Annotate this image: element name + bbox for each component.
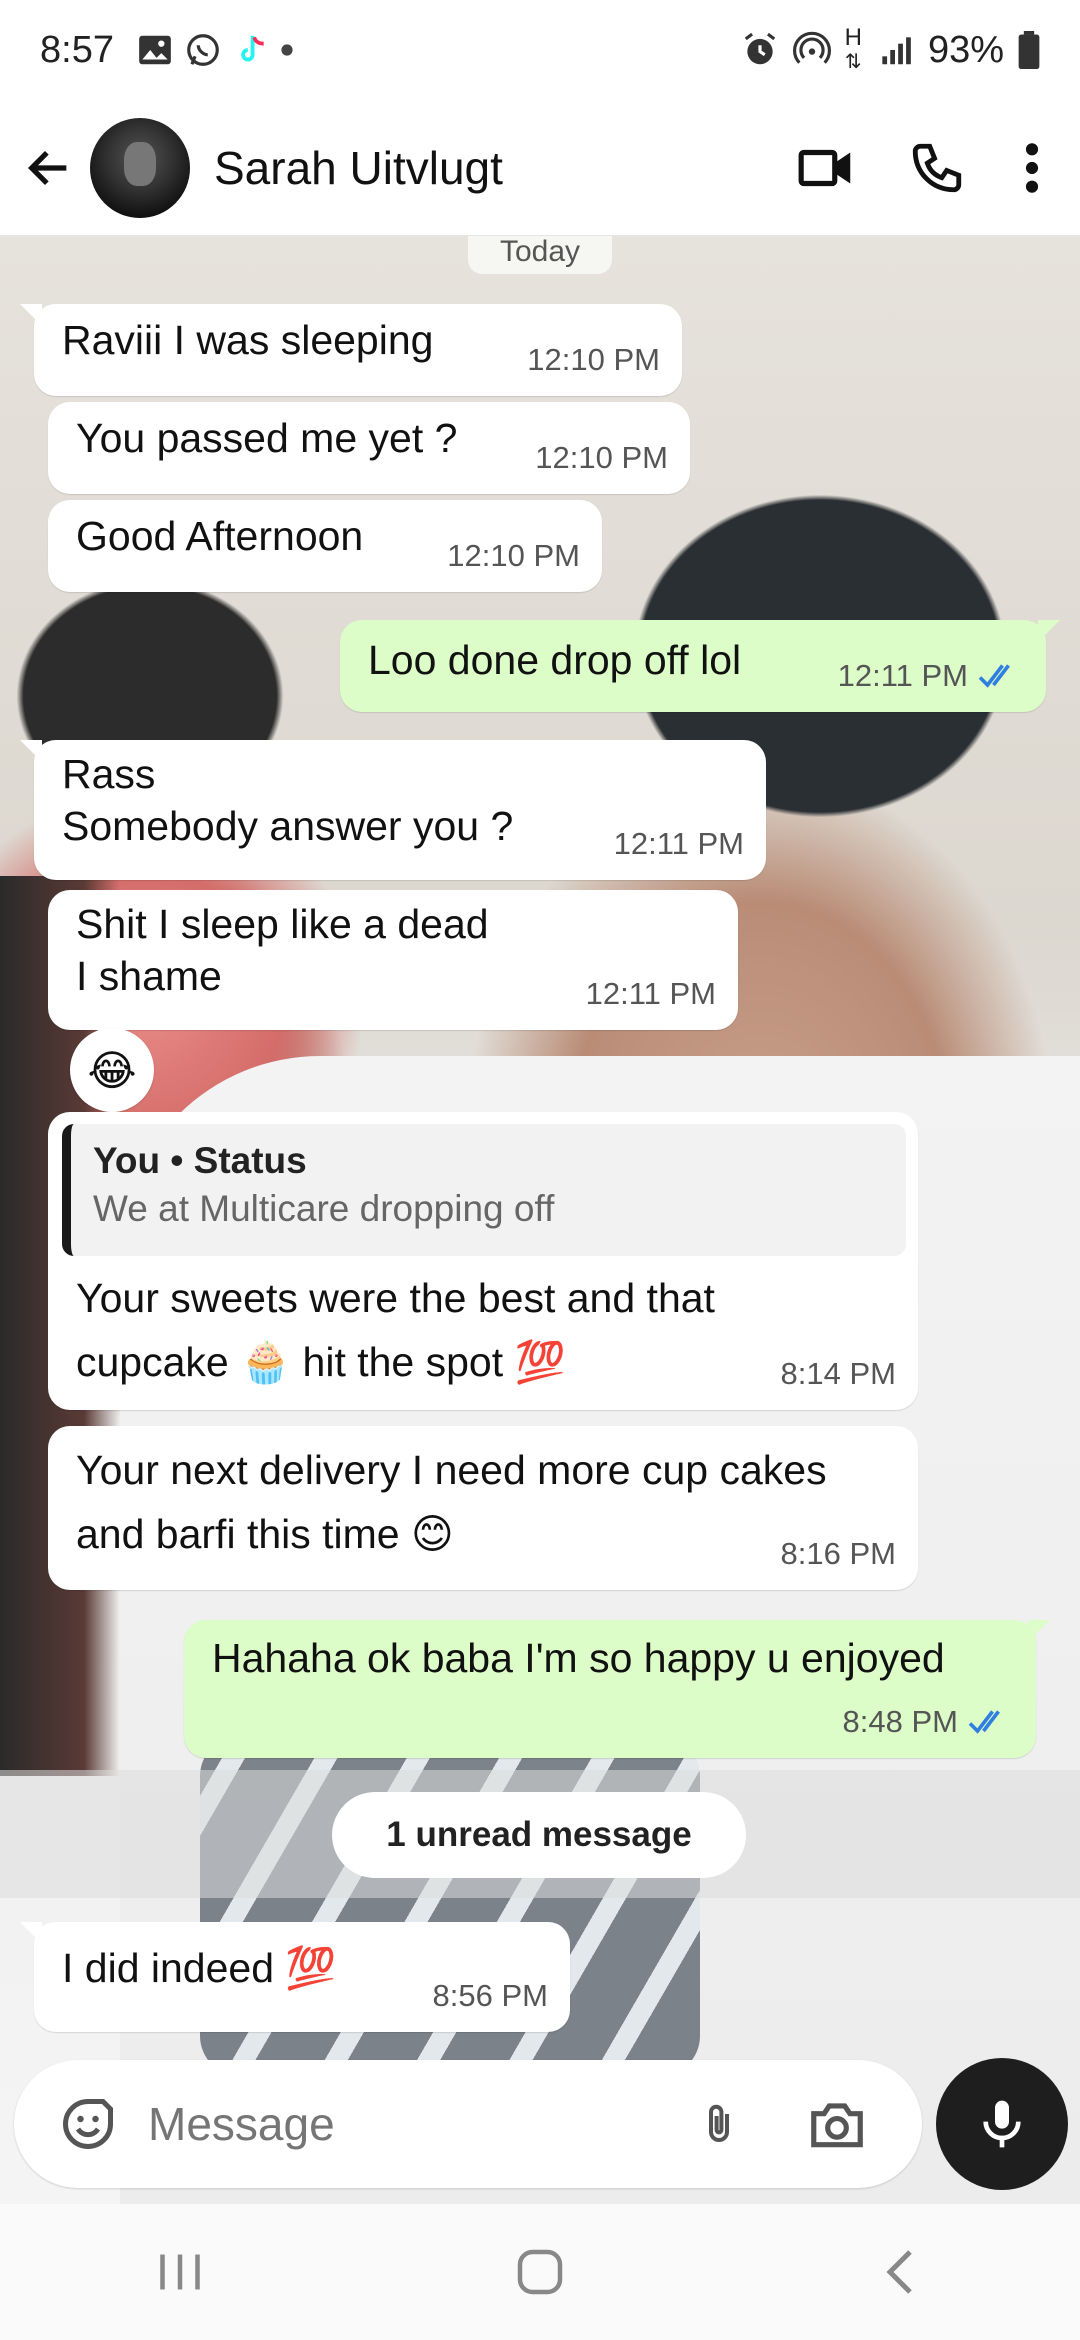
- status-time: 8:57: [40, 28, 114, 71]
- tiktok-notification-icon: [241, 35, 264, 62]
- message-bubble-outgoing[interactable]: Hahaha ok baba I'm so happy u enjoyed 8:…: [184, 1620, 1050, 1758]
- sticker-smiley-icon: [63, 2099, 113, 2149]
- gallery-notification-icon: [139, 35, 171, 65]
- message-bubble-incoming[interactable]: You passed me yet ? 12:10 PM: [48, 402, 690, 494]
- message-text: Hahaha ok baba I'm so happy u enjoyed: [212, 1635, 945, 1681]
- hotspot-icon: [792, 31, 831, 64]
- microphone-icon: [983, 2100, 1021, 2148]
- read-ticks-icon: [968, 1710, 1000, 1734]
- alarm-icon: [744, 32, 775, 65]
- whatsapp-notification-icon: [187, 34, 219, 66]
- avatar[interactable]: [90, 117, 190, 218]
- more-options-button[interactable]: [992, 113, 1072, 223]
- battery-percent: 93%: [927, 28, 1004, 71]
- arrow-left-icon: [27, 150, 67, 185]
- more-notifications-dot-icon: [281, 44, 293, 56]
- message-time: 12:10 PM: [535, 440, 668, 475]
- message-composer: [14, 2060, 922, 2188]
- battery-icon: [1018, 31, 1040, 69]
- quoted-status[interactable]: You • Status We at Multicare dropping of…: [62, 1124, 906, 1256]
- recent-apps-button[interactable]: [105, 2222, 255, 2322]
- status-bar: 8:57 H ⇅ 93%: [0, 0, 1080, 100]
- contact-name[interactable]: Sarah Uitvlugt: [214, 141, 503, 195]
- message-time: 12:11 PM: [585, 976, 716, 1011]
- quote-title: You • Status: [93, 1140, 307, 1181]
- network-type-indicator: H ⇅: [844, 24, 862, 74]
- message-text: Your next delivery I need more cup cakes…: [76, 1447, 827, 1557]
- recent-apps-icon: [160, 2254, 200, 2290]
- message-time-status: 12:11 PM: [838, 650, 1024, 702]
- reaction-emoji[interactable]: 😂: [70, 1028, 154, 1112]
- message-time: 8:56 PM: [432, 1978, 548, 2013]
- quote-text: We at Multicare dropping off: [93, 1188, 555, 1229]
- message-time: 8:14 PM: [780, 1356, 896, 1391]
- message-bubble-incoming[interactable]: Your next delivery I need more cup cakes…: [48, 1426, 918, 1590]
- message-time: 8:16 PM: [780, 1536, 896, 1571]
- camera-icon: [811, 2103, 863, 2148]
- signal-strength-icon: [882, 37, 911, 65]
- attach-button[interactable]: [674, 2074, 764, 2174]
- message-bubble-outgoing[interactable]: Loo done drop off lol 12:11 PM: [340, 620, 1060, 712]
- chat-area[interactable]: Today Raviii I was sleeping 12:10 PM You…: [0, 236, 1080, 2204]
- chat-header: Sarah Uitvlugt: [0, 100, 1080, 236]
- more-vertical-icon: [1025, 142, 1039, 193]
- unread-messages-indicator: 1 unread message: [332, 1792, 746, 1878]
- system-back-button[interactable]: [825, 2222, 975, 2322]
- message-time: 12:10 PM: [447, 538, 580, 573]
- message-bubble-incoming[interactable]: Shit I sleep like a dead I shame 12:11 P…: [48, 890, 738, 1030]
- home-icon: [517, 2249, 563, 2295]
- message-bubble-incoming[interactable]: Good Afternoon 12:10 PM: [48, 500, 602, 592]
- video-call-button[interactable]: [772, 113, 882, 223]
- message-time: 12:11 PM: [613, 826, 744, 861]
- message-time-status: 8:48 PM: [843, 1696, 1014, 1748]
- message-bubble-incoming[interactable]: Raviii I was sleeping 12:10 PM: [20, 304, 682, 396]
- message-bubble-reply[interactable]: You • Status We at Multicare dropping of…: [48, 1112, 918, 1410]
- system-navigation-bar: [0, 2204, 1080, 2340]
- read-ticks-icon: [978, 664, 1010, 688]
- message-text: Your sweets were the best and that cupca…: [76, 1275, 715, 1385]
- paperclip-icon: [709, 2104, 729, 2142]
- voice-record-button[interactable]: [936, 2058, 1068, 2190]
- home-button[interactable]: [465, 2222, 615, 2322]
- message-bubble-incoming[interactable]: Rass Somebody answer you ? 12:11 PM: [20, 740, 766, 880]
- sticker-emoji-button[interactable]: [38, 2074, 138, 2174]
- chevron-left-icon: [886, 2250, 912, 2294]
- voice-call-button[interactable]: [882, 113, 992, 223]
- message-input[interactable]: [148, 2097, 668, 2151]
- message-bubble-incoming[interactable]: I did indeed 💯 8:56 PM: [20, 1922, 570, 2032]
- back-button[interactable]: [14, 133, 84, 203]
- video-camera-icon: [798, 149, 851, 186]
- phone-icon: [912, 143, 962, 192]
- camera-button[interactable]: [782, 2074, 892, 2174]
- message-time: 12:10 PM: [527, 342, 660, 377]
- date-chip: Today: [468, 236, 612, 274]
